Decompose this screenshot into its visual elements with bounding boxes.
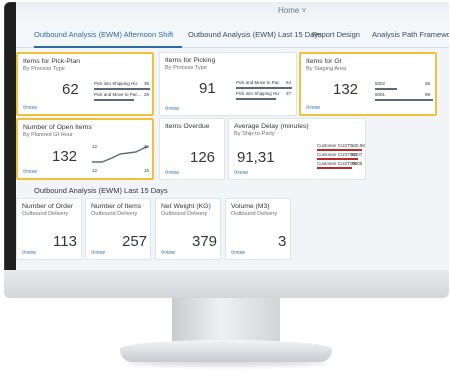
active-tab-indicator <box>34 46 182 48</box>
bar <box>236 87 292 89</box>
tile-value: 3 <box>278 233 287 250</box>
tab-analysis-path[interactable]: Analysis Path Framewo <box>372 30 449 39</box>
bar <box>94 99 134 101</box>
refresh-status: ⟳now <box>23 169 37 175</box>
sparkline-label: 16 <box>144 144 150 149</box>
tile-subtitle: By Process Type <box>165 65 207 71</box>
tile-title: Items for Picking <box>165 57 216 64</box>
tile-volume[interactable]: Volume (M3) Outbound Delivery 3 ⟳now <box>225 198 291 260</box>
tile-title: Number of Order <box>22 203 73 210</box>
bar-value: 26 <box>144 92 150 97</box>
bar-value: 98 <box>425 92 431 97</box>
refresh-status: ⟳now <box>22 250 36 256</box>
tile-value: 132 <box>333 81 359 98</box>
tile-subtitle: By Planned GI Hour <box>23 132 73 138</box>
tile-value: 379 <box>192 233 218 250</box>
tile-items-for-gi[interactable]: Items for GI By Staging Area 132 5002 35… <box>299 52 437 116</box>
monitor-neck <box>172 298 280 344</box>
refresh-status: ⟳now <box>234 170 248 176</box>
sparkline-label: 12 <box>92 168 98 173</box>
tab-bar: Outbound Analysis (EWM) Afternoon Shift … <box>16 20 449 48</box>
bar <box>94 88 150 90</box>
tile-title: Items for Pick-Plan <box>23 58 81 65</box>
bar <box>375 88 397 90</box>
tile-value: 126 <box>190 149 216 166</box>
screen: Home ˅ Outbound Analysis (EWM) Afternoon… <box>16 2 449 270</box>
bar-value: 54 <box>286 80 292 85</box>
tile-value: 257 <box>122 233 148 250</box>
bar <box>375 99 433 101</box>
tile-net-weight[interactable]: Net Weight (KG) Outbound Delivery 379 ⟳n… <box>155 198 221 260</box>
tile-title: Volume (M3) <box>231 203 270 210</box>
sparkline <box>92 145 148 163</box>
bar-label: Pick and Move to Pac <box>236 80 280 85</box>
refresh-status: ⟳now <box>165 170 179 176</box>
row-value: 78.05 <box>351 161 363 166</box>
monitor-stand <box>120 340 332 362</box>
bar-label: Pick and Move to Pac... <box>94 92 142 97</box>
refresh-status: ⟳now <box>231 250 245 256</box>
refresh-status: ⟳now <box>23 105 37 111</box>
tile-subtitle: Outbound Delivery <box>231 211 278 217</box>
row-bar <box>317 158 358 160</box>
monitor-chin <box>4 270 449 298</box>
tile-items-for-pick-plan[interactable]: Items for Pick-Plan By Process Type 62 P… <box>16 52 154 116</box>
tile-title: Number of Items <box>91 203 142 210</box>
bar-label: Pick into Shipping HU <box>94 81 138 86</box>
row-value: 92.07 <box>351 152 363 157</box>
tab-last-15-days[interactable]: Outbound Analysis (EWM) Last 15 Days <box>188 30 322 39</box>
tile-title: Items for GI <box>306 58 342 65</box>
tile-title: Number of Open Items <box>23 124 92 131</box>
tile-subtitle: By Staging Area <box>306 66 347 72</box>
tile-value: 132 <box>52 148 78 165</box>
tile-value: 91,31 <box>237 149 275 166</box>
bar-value: 35 <box>425 81 431 86</box>
tile-number-of-items[interactable]: Number of Items Outbound Delivery 257 ⟳n… <box>85 198 151 260</box>
tile-subtitle: Outbound Delivery <box>161 211 208 217</box>
tile-subtitle: By Ship-to-Party <box>234 131 275 137</box>
refresh-status: ⟳now <box>306 105 320 111</box>
tile-items-for-picking[interactable]: Items for Picking By Process Type 91 Pic… <box>159 52 297 116</box>
tile-title: Average Delay (minutes) <box>234 123 309 130</box>
row-value: 100.58 <box>351 143 365 148</box>
tile-average-delay[interactable]: Average Delay (minutes) By Ship-to-Party… <box>228 118 366 180</box>
tile-title: Items Overdue <box>165 123 210 130</box>
tile-title: Net Weight (KG) <box>161 203 211 210</box>
tile-subtitle: Outbound Delivery <box>91 211 138 217</box>
home-menu[interactable]: Home ˅ <box>278 6 306 15</box>
sparkline-label: 12 <box>92 144 98 149</box>
tile-subtitle: Outbound Delivery <box>22 211 69 217</box>
tab-afternoon-shift[interactable]: Outbound Analysis (EWM) Afternoon Shift <box>34 30 173 39</box>
bar-label: Pick into Shipping HU <box>236 91 280 96</box>
tile-value: 91 <box>199 80 216 97</box>
bar-label: 5002 <box>375 81 386 86</box>
sparkline-series <box>92 146 147 163</box>
section-title: Outbound Analysis (EWM) Last 15 Days <box>34 186 168 195</box>
tile-number-of-order[interactable]: Number of Order Outbound Delivery 113 ⟳n… <box>16 198 82 260</box>
shell-header: Home ˅ <box>16 2 449 20</box>
refresh-status: ⟳now <box>91 250 105 256</box>
bar <box>236 98 276 100</box>
sparkline-label: 16 <box>144 168 150 173</box>
row-bar <box>317 149 362 151</box>
tile-value: 62 <box>62 81 79 98</box>
refresh-status: ⟳now <box>161 250 175 256</box>
tab-report-design[interactable]: Report Design <box>312 30 360 39</box>
bar-value: 37 <box>286 91 292 96</box>
tile-number-of-open-items[interactable]: Number of Open Items By Planned GI Hour … <box>16 118 154 180</box>
refresh-status: ⟳now <box>165 106 179 112</box>
tile-items-overdue[interactable]: Items Overdue 126 ⟳now <box>159 118 225 180</box>
bar-value: 36 <box>144 81 150 86</box>
row-bar <box>317 167 352 169</box>
tile-subtitle: By Process Type <box>23 66 65 72</box>
bar-label: 5001 <box>375 92 386 97</box>
tile-value: 113 <box>53 233 77 250</box>
